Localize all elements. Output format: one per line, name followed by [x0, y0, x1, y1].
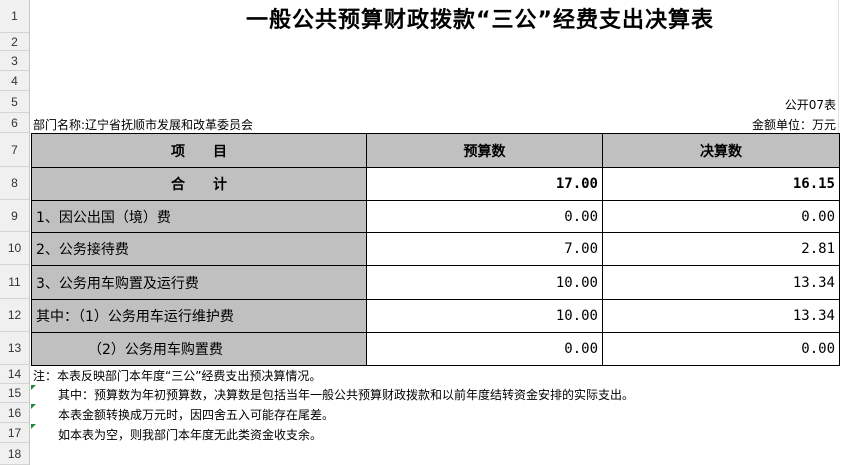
row-number[interactable]: 9 — [0, 200, 29, 232]
row-label[interactable]: 2、公务接待费 — [31, 232, 367, 266]
amount-unit: 金额单位：万元 — [751, 118, 836, 132]
row-number[interactable]: 6 — [0, 113, 29, 133]
table-row: 2、公务接待费 7.00 2.81 — [31, 232, 840, 266]
row-budget[interactable]: 0.00 — [366, 200, 603, 233]
row-number[interactable]: 12 — [0, 299, 29, 332]
row-number[interactable]: 17 — [0, 423, 29, 443]
comment-marker-icon — [31, 424, 36, 429]
grid-line — [838, 0, 839, 133]
note-line: 本表金额转换成万元时，因四舍五入可能存在尾差。 — [58, 408, 335, 422]
form-code: 公开07表 — [784, 98, 836, 112]
row-actual[interactable]: 0.00 — [602, 200, 840, 233]
total-budget[interactable]: 17.00 — [366, 167, 603, 201]
comment-marker-icon — [31, 404, 36, 409]
total-actual[interactable]: 16.15 — [602, 167, 840, 201]
row-number[interactable]: 7 — [0, 133, 29, 167]
table-row: （2）公务用车购置费 0.00 0.00 — [31, 332, 840, 366]
row-actual[interactable]: 0.00 — [602, 332, 840, 366]
row-number[interactable]: 11 — [0, 265, 29, 299]
department-name: 部门名称:辽宁省抚顺市发展和改革委员会 — [33, 118, 254, 132]
table-total-row: 合 计 17.00 16.15 — [31, 167, 840, 201]
table-header-row: 项 目 预算数 决算数 — [31, 133, 840, 168]
total-label[interactable]: 合 计 — [31, 167, 367, 201]
row-number[interactable]: 2 — [0, 33, 29, 51]
row-label[interactable]: 1、因公出国（境）费 — [31, 200, 367, 233]
row-actual[interactable]: 13.34 — [602, 265, 840, 300]
header-actual[interactable]: 决算数 — [602, 133, 840, 168]
row-actual[interactable]: 13.34 — [602, 299, 840, 333]
note-line: 注：本表反映部门本年度“三公”经费支出预决算情况。 — [33, 369, 322, 383]
row-number[interactable]: 5 — [0, 91, 29, 113]
row-number[interactable]: 14 — [0, 365, 29, 384]
table-row: 3、公务用车购置及运行费 10.00 13.34 — [31, 265, 840, 300]
comment-marker-icon — [31, 385, 36, 390]
row-actual[interactable]: 2.81 — [602, 232, 840, 266]
header-budget[interactable]: 预算数 — [366, 133, 603, 168]
row-budget[interactable]: 10.00 — [366, 265, 603, 300]
table-row: 1、因公出国（境）费 0.00 0.00 — [31, 200, 840, 233]
row-number[interactable]: 8 — [0, 167, 29, 200]
note-line: 如本表为空，则我部门本年度无此类资金收支余。 — [58, 428, 323, 442]
row-number[interactable]: 18 — [0, 443, 29, 465]
spreadsheet: 1 2 3 4 5 6 7 8 9 10 11 12 13 14 15 16 1… — [0, 0, 842, 465]
row-label[interactable]: （2）公务用车购置费 — [31, 332, 367, 366]
note-line: 其中：预算数为年初预算数，决算数是包括当年一般公共预算财政拨款和以前年度结转资金… — [58, 388, 635, 402]
row-label[interactable]: 其中：（1）公务用车运行维护费 — [31, 299, 367, 333]
row-number[interactable]: 15 — [0, 384, 29, 403]
row-budget[interactable]: 10.00 — [366, 299, 603, 333]
table-row: 其中：（1）公务用车运行维护费 10.00 13.34 — [31, 299, 840, 333]
row-number[interactable]: 4 — [0, 71, 29, 91]
row-number[interactable]: 10 — [0, 232, 29, 265]
row-number[interactable]: 1 — [0, 0, 29, 33]
row-number[interactable]: 13 — [0, 332, 29, 365]
row-label[interactable]: 3、公务用车购置及运行费 — [31, 265, 367, 300]
row-number[interactable]: 3 — [0, 51, 29, 71]
expenditure-table: 项 目 预算数 决算数 合 计 17.00 16.15 1、因公出国（境）费 0… — [31, 133, 840, 366]
page-title: 一般公共预算财政拨款“三公”经费支出决算表 — [246, 8, 714, 33]
row-budget[interactable]: 0.00 — [366, 332, 603, 366]
row-number[interactable]: 16 — [0, 403, 29, 423]
header-item[interactable]: 项 目 — [31, 133, 367, 168]
row-budget[interactable]: 7.00 — [366, 232, 603, 266]
